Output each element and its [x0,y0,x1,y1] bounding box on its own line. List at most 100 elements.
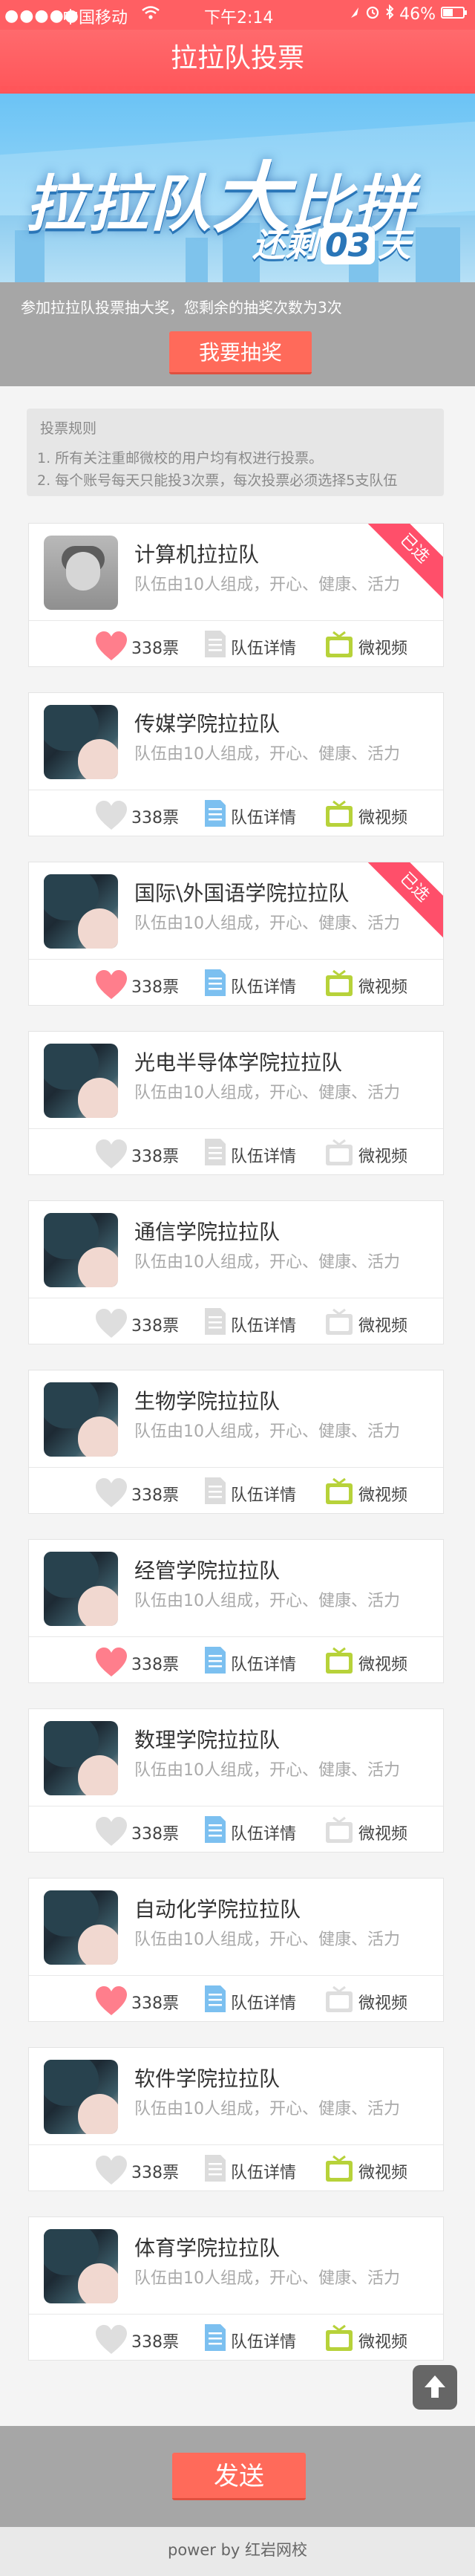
card-divider [29,1636,443,1637]
heart-icon[interactable] [94,1477,128,1509]
tv-icon[interactable] [324,1985,354,2014]
team-detail-link[interactable]: 队伍详情 [231,1651,296,1675]
tv-icon[interactable] [324,969,354,998]
card-divider [29,2314,443,2315]
micro-video-link[interactable]: 微视频 [358,2329,407,2352]
team-description: 队伍由10人组成，开心、健康、活力 [134,576,400,594]
avatar-face [78,1586,118,1626]
tv-icon[interactable] [324,2324,354,2352]
team-card[interactable]: 生物学院拉拉队 队伍由10人组成，开心、健康、活力 338票 队伍详情 微视频 [28,1370,444,1514]
tv-icon[interactable] [324,1139,354,1167]
tv-icon[interactable] [324,1308,354,1336]
document-icon[interactable] [203,1984,228,2014]
skyline-building [416,227,460,282]
voting-rules: 投票规则 1. 所有关注重邮微校的用户均有权进行投票。 2. 每个账号每天只能投… [27,409,444,496]
micro-video-link[interactable]: 微视频 [358,1482,407,1506]
tv-icon[interactable] [324,2155,354,2183]
team-description: 队伍由10人组成，开心、健康、活力 [134,1422,400,1441]
team-avatar [44,1890,118,1965]
micro-video-link[interactable]: 微视频 [358,1651,407,1675]
team-detail-link[interactable]: 队伍详情 [231,804,296,828]
team-card[interactable]: 经管学院拉拉队 队伍由10人组成，开心、健康、活力 338票 队伍详情 微视频 [28,1539,444,1683]
avatar-face [66,552,100,591]
team-card[interactable]: 通信学院拉拉队 队伍由10人组成，开心、健康、活力 338票 队伍详情 微视频 [28,1200,444,1344]
heart-icon[interactable] [94,1816,128,1847]
team-card[interactable]: 自动化学院拉拉队 队伍由10人组成，开心、健康、活力 338票 队伍详情 微视频 [28,1878,444,2022]
heart-icon[interactable] [94,2155,128,2186]
team-card[interactable]: 软件学院拉拉队 队伍由10人组成，开心、健康、活力 338票 队伍详情 微视频 [28,2047,444,2191]
document-icon[interactable] [203,1307,228,1336]
team-detail-link[interactable]: 队伍详情 [231,1990,296,2014]
tv-icon[interactable] [324,631,354,659]
avatar-face [78,1247,118,1287]
heart-icon[interactable] [94,969,128,1001]
tv-icon[interactable] [324,800,354,828]
micro-video-link[interactable]: 微视频 [358,635,407,659]
team-description: 队伍由10人组成，开心、健康、活力 [134,2269,400,2288]
alarm-icon [366,6,379,19]
document-icon[interactable] [203,1645,228,1675]
avatar-face [78,2263,118,2303]
document-icon[interactable] [203,1815,228,1844]
vote-count: 338票 [131,640,179,658]
heart-icon[interactable] [94,1985,128,2017]
micro-video-link[interactable]: 微视频 [358,1990,407,2014]
micro-video-link[interactable]: 微视频 [358,1143,407,1167]
tv-icon[interactable] [324,1816,354,1844]
carrier-name: 中国移动 [62,9,128,27]
team-detail-link[interactable]: 队伍详情 [231,2329,296,2352]
header-scallop-edge [0,86,475,94]
micro-video-link[interactable]: 微视频 [358,1313,407,1336]
lottery-button[interactable]: 我要抽奖 [169,331,312,374]
team-card[interactable]: 光电半导体学院拉拉队 队伍由10人组成，开心、健康、活力 338票 队伍详情 微视频 [28,1031,444,1175]
document-icon[interactable] [203,1137,228,1167]
heart-icon[interactable] [94,800,128,831]
send-button[interactable]: 发送 [172,2453,306,2500]
team-detail-link[interactable]: 队伍详情 [231,1143,296,1167]
banner-headline-left: 拉拉队 [25,169,212,240]
document-icon[interactable] [203,629,228,659]
team-description: 队伍由10人组成，开心、健康、活力 [134,1253,400,1272]
team-name: 通信学院拉拉队 [134,1220,281,1244]
wifi-icon [142,6,160,19]
team-detail-link[interactable]: 队伍详情 [231,635,296,659]
team-card[interactable]: 数理学院拉拉队 队伍由10人组成，开心、健康、活力 338票 队伍详情 微视频 [28,1708,444,1853]
micro-video-link[interactable]: 微视频 [358,1821,407,1844]
team-detail-link[interactable]: 队伍详情 [231,1821,296,1844]
team-avatar [44,2229,118,2303]
heart-icon[interactable] [94,1647,128,1678]
document-icon[interactable] [203,799,228,828]
card-divider [29,959,443,960]
team-card[interactable]: 国际\外国语学院拉拉队 队伍由10人组成，开心、健康、活力 338票 队伍详情 微视频已… [28,862,444,1006]
team-detail-link[interactable]: 队伍详情 [231,1482,296,1506]
micro-video-link[interactable]: 微视频 [358,2159,407,2183]
document-icon[interactable] [203,968,228,998]
avatar-face [78,2094,118,2134]
avatar-face [78,908,118,949]
heart-icon[interactable] [94,2324,128,2355]
team-detail-link[interactable]: 队伍详情 [231,2159,296,2183]
document-icon[interactable] [203,2153,228,2183]
team-name: 经管学院拉拉队 [134,1558,281,1583]
team-card[interactable]: 计算机拉拉队 队伍由10人组成，开心、健康、活力 338票 队伍详情 微视频 已选 [28,523,444,667]
team-detail-link[interactable]: 队伍详情 [231,974,296,998]
back-to-top-button[interactable] [413,2365,457,2410]
document-icon[interactable] [203,1476,228,1506]
heart-icon[interactable] [94,631,128,662]
team-avatar [44,2060,118,2134]
micro-video-link[interactable]: 微视频 [358,974,407,998]
team-name: 体育学院拉拉队 [134,2236,281,2260]
team-avatar [44,536,118,610]
team-card[interactable]: 传媒学院拉拉队 队伍由10人组成，开心、健康、活力 338票 队伍详情 微视频 [28,692,444,836]
heart-icon[interactable] [94,1139,128,1170]
micro-video-link[interactable]: 微视频 [358,804,407,828]
vote-count: 338票 [131,1486,179,1505]
team-card[interactable]: 体育学院拉拉队 队伍由10人组成，开心、健康、活力 338票 队伍详情 微视频 [28,2216,444,2361]
document-icon[interactable] [203,2323,228,2352]
tv-icon[interactable] [324,1477,354,1506]
heart-icon[interactable] [94,1308,128,1339]
team-name: 计算机拉拉队 [134,542,260,567]
battery-icon [441,7,467,19]
tv-icon[interactable] [324,1647,354,1675]
team-detail-link[interactable]: 队伍详情 [231,1313,296,1336]
